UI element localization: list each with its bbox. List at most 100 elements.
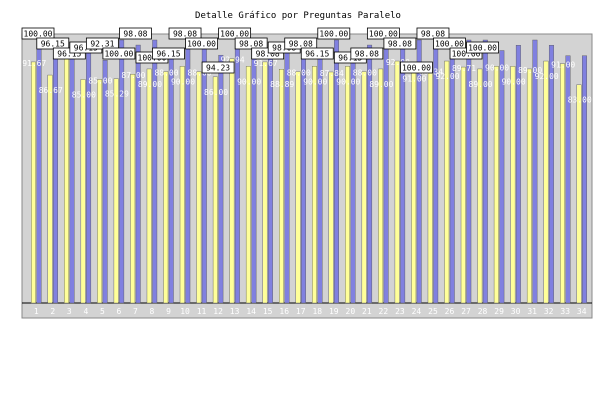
x-tick-label: 21: [362, 307, 372, 316]
bar-series-1: [433, 44, 439, 304]
value-box-label: 96.15: [305, 50, 329, 59]
x-tick-label: 19: [329, 307, 339, 316]
bar-series-2: [179, 66, 185, 304]
bar-series-2: [295, 71, 301, 304]
value-label-series-2: 88.89: [270, 80, 294, 89]
bar-series-1: [86, 49, 92, 304]
x-tick-label: 14: [246, 307, 256, 316]
x-tick-label: 10: [180, 307, 190, 316]
bar-series-1: [565, 55, 571, 304]
bar-series-2: [460, 66, 466, 304]
value-box-label: 98.08: [421, 30, 445, 39]
y-tick-label: 25: [8, 233, 18, 242]
bar-series-2: [510, 66, 516, 304]
x-tick-label: 24: [412, 307, 422, 316]
x-tick-label: 28: [478, 307, 488, 316]
value-label-series-2: 83.00: [568, 96, 592, 105]
x-tick-label: 26: [445, 307, 455, 316]
value-label-series-2: 91.00: [551, 61, 575, 70]
bar-series-2: [378, 68, 384, 304]
x-tick-label: 2: [50, 307, 55, 316]
x-tick-label: 5: [100, 307, 105, 316]
bar-series-2: [411, 63, 417, 304]
x-tick-label: 29: [494, 307, 504, 316]
x-tick-label: 7: [133, 307, 138, 316]
value-box-label: 98.08: [289, 40, 313, 49]
x-tick-label: 15: [263, 307, 273, 316]
value-box-label: 98.08: [239, 40, 263, 49]
value-box-label: 96.15: [156, 50, 180, 59]
bar-series-2: [31, 61, 36, 304]
bar-series-2: [196, 71, 202, 304]
bar-series-2: [394, 60, 400, 304]
bar-series-2: [80, 79, 86, 304]
value-label-series-2: 85.00: [72, 90, 96, 99]
value-box-label: 100.00: [369, 30, 398, 39]
y-tick-label: 75: [8, 102, 18, 111]
bar-series-1: [168, 49, 174, 304]
value-label-series-2: 86.00: [204, 88, 228, 97]
bar-series-2: [493, 66, 499, 304]
bar-series-2: [47, 74, 53, 304]
value-label-series-2: 91.67: [22, 59, 46, 68]
value-label-series-2: 90.00: [237, 77, 261, 86]
value-label-series-2: 92.00: [535, 72, 559, 81]
x-tick-label: 20: [346, 307, 356, 316]
value-label-series-2: 90.00: [303, 77, 327, 86]
bar-series-2: [97, 79, 103, 304]
chart-title: Detalle Gráfico por Preguntas Paralelo: [195, 11, 401, 21]
bar-series-2: [229, 58, 235, 304]
value-label-series-2: 92.00: [435, 72, 459, 81]
bar-series-1: [317, 49, 323, 304]
value-label-series-2: 85.00: [88, 76, 112, 85]
bar-series-2: [146, 68, 152, 304]
value-label-series-2: 88.00: [287, 69, 311, 78]
value-label-series-2: 90.00: [502, 77, 526, 86]
x-tick-label: 17: [296, 307, 306, 316]
chart-figure: Detalle Gráfico por Preguntas Paralelo 2…: [0, 0, 600, 400]
value-label-series-2: 90.00: [171, 77, 195, 86]
bar-series-2: [163, 71, 169, 304]
bar-series-1: [350, 49, 356, 304]
value-box-label: 96.15: [41, 40, 65, 49]
value-label-series-2: 85.29: [105, 90, 129, 99]
x-tick-label: 32: [544, 307, 554, 316]
bar-series-1: [201, 39, 207, 304]
bar-series-1: [499, 50, 505, 304]
value-label-series-2: 88.00: [353, 69, 377, 78]
x-tick-label: 6: [116, 307, 121, 316]
value-box-label: 100.00: [24, 30, 53, 39]
bar-series-2: [477, 68, 483, 304]
value-box-label: 100.00: [104, 50, 133, 59]
value-box-label: 98.08: [123, 30, 147, 39]
x-tick-label: 34: [577, 307, 587, 316]
value-label-series-2: 88.00: [154, 69, 178, 78]
bar-series-1: [36, 39, 42, 304]
bar-series-1: [69, 49, 75, 304]
value-box-label: 92.31: [90, 40, 114, 49]
bar-series-2: [543, 60, 549, 304]
value-box-label: 100.00: [319, 30, 348, 39]
value-box-label: 98.08: [173, 30, 197, 39]
x-tick-label: 30: [511, 307, 521, 316]
bar-series-1: [548, 45, 554, 304]
value-label-series-2: 90.00: [336, 77, 360, 86]
bar-series-2: [130, 73, 136, 304]
value-label-series-2: 89.00: [469, 80, 493, 89]
value-label-series-2: 89.00: [369, 80, 393, 89]
bar-series-2: [113, 78, 119, 304]
bar-series-2: [328, 71, 334, 304]
bar-series-2: [576, 84, 582, 304]
bar-series-2: [312, 66, 317, 304]
value-label-series-2: 89.71: [452, 64, 476, 73]
bar-series-2: [526, 68, 532, 304]
value-box-label: 100.00: [187, 40, 216, 49]
value-label-series-2: 91.67: [254, 59, 278, 68]
x-tick-label: 18: [312, 307, 322, 316]
bar-series-2: [279, 69, 284, 304]
bar-series-2: [64, 46, 70, 304]
value-label-series-2: 86.67: [39, 86, 63, 95]
bar-series-1: [400, 44, 406, 304]
x-tick-label: 23: [395, 307, 405, 316]
x-tick-label: 25: [428, 307, 438, 316]
